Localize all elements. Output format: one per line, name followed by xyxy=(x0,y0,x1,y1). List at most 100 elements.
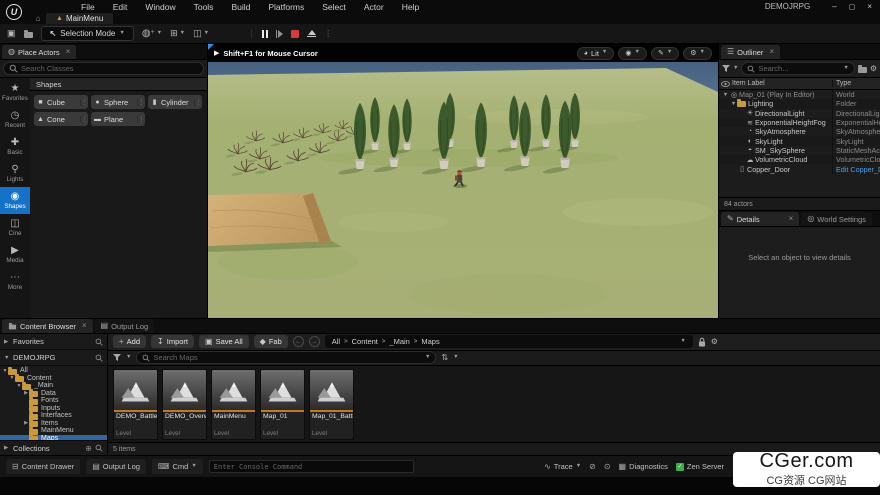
chevron-down-icon[interactable]: ▼ xyxy=(126,355,131,361)
refresh-icon[interactable]: ⊙ xyxy=(604,463,611,471)
add-button[interactable]: +Add xyxy=(113,335,146,348)
blueprints-dropdown[interactable]: ⊞▼ xyxy=(170,29,185,38)
drag-handle[interactable]: ⋮ xyxy=(194,99,202,106)
lock-icon[interactable] xyxy=(698,337,706,347)
content-drawer-button[interactable]: ⊟Content Drawer xyxy=(6,459,80,474)
outliner-row[interactable]: ☁VolumetricCloudVolumetricCloud xyxy=(719,155,880,164)
menu-item-tools[interactable]: Tools xyxy=(185,2,223,12)
outliner-row[interactable]: ≋ExponentialHeightFogExponentialHeightFo… xyxy=(719,118,880,127)
forward-icon[interactable]: → xyxy=(309,336,320,347)
shape-button-plane[interactable]: ▬Plane⋮ xyxy=(91,112,145,126)
outliner-row[interactable]: ◔SkyAtmosphereSkyAtmosphere xyxy=(719,127,880,136)
chevron-down-icon[interactable]: ▼ xyxy=(680,339,685,345)
level-viewport[interactable]: ▶ Shift+F1 for Mouse Cursor ◕Lit▼ ◉▼ ✎▼ … xyxy=(208,44,718,318)
tab-mainmenu[interactable]: ▲ MainMenu xyxy=(46,13,113,24)
breadcrumb-segment-maps[interactable]: Maps xyxy=(421,337,439,346)
menu-item-build[interactable]: Build xyxy=(222,2,259,12)
shape-button-cube[interactable]: ■Cube⋮ xyxy=(34,95,88,109)
pause-button[interactable] xyxy=(262,30,268,38)
search-classes-input[interactable] xyxy=(21,64,198,73)
back-icon[interactable]: ← xyxy=(293,336,304,347)
menu-item-select[interactable]: Select xyxy=(313,2,355,12)
chevron-down-icon[interactable]: ▼ xyxy=(425,355,430,361)
viewport-settings-dropdown[interactable]: ⚙▼ xyxy=(683,47,712,60)
project-section[interactable]: ▼ DEMOJRPG xyxy=(0,350,107,366)
minimize-icon[interactable]: – xyxy=(832,2,836,11)
selection-mode-dropdown[interactable]: ↖ Selection Mode ▼ xyxy=(41,26,134,41)
frame-skip-button[interactable] xyxy=(276,30,284,38)
menu-item-platforms[interactable]: Platforms xyxy=(259,2,313,12)
folder-tree-item-mainmenu[interactable]: MainMenu xyxy=(0,427,107,435)
create-folder-icon[interactable] xyxy=(858,67,867,73)
close-icon[interactable]: × xyxy=(82,322,87,330)
filter-icon[interactable] xyxy=(722,65,730,72)
shape-button-sphere[interactable]: ●Sphere⋮ xyxy=(91,95,145,109)
sort-icon[interactable]: ⇅ xyxy=(441,354,448,362)
drag-handle[interactable]: ⋮ xyxy=(80,116,88,123)
show-flags-dropdown[interactable]: ◉▼ xyxy=(618,47,647,60)
rail-item-basic[interactable]: ✚Basic xyxy=(0,133,30,160)
rail-item-media[interactable]: ▶Media xyxy=(0,241,30,268)
close-icon[interactable]: × xyxy=(769,48,774,56)
breadcrumb-segment-all[interactable]: All xyxy=(332,337,340,346)
save-all-button[interactable]: ▣Save All xyxy=(199,335,249,348)
cmd-dropdown[interactable]: ⌨Cmd▼ xyxy=(152,459,203,474)
revision-control-icon[interactable]: ⊘ xyxy=(589,463,596,471)
outliner-row[interactable]: ▯Copper_DoorEdit Copper_Door xyxy=(719,164,880,173)
tab-content-browser[interactable]: Content Browser × xyxy=(2,319,93,333)
fab-button[interactable]: ◆Fab xyxy=(254,335,288,348)
add-collection-icon[interactable]: ⊕ xyxy=(85,444,92,453)
breadcrumb-segment-content[interactable]: Content xyxy=(352,337,378,346)
rail-item-shapes[interactable]: ◉Shapes xyxy=(0,187,30,214)
outliner-row[interactable]: ☀DirectionalLightDirectionalLight xyxy=(719,109,880,118)
tab-outliner[interactable]: ☰ Outliner × xyxy=(721,45,780,59)
add-actor-dropdown[interactable]: ◍+▼ xyxy=(142,29,162,39)
zen-server-button[interactable]: ✓Zen Server xyxy=(676,462,724,471)
rail-item-recent[interactable]: ◷Recent xyxy=(0,106,30,133)
folder-tree-item-items[interactable]: ▶Items xyxy=(0,420,107,428)
rail-item-favorites[interactable]: ★Favorites xyxy=(0,79,30,106)
menu-item-edit[interactable]: Edit xyxy=(104,2,137,12)
folder-tree-item-inputs[interactable]: Inputs xyxy=(0,405,107,413)
cinematics-dropdown[interactable]: ◫▼ xyxy=(193,29,209,38)
import-button[interactable]: ↧Import xyxy=(151,335,194,348)
breadcrumb[interactable]: All>Content>_Main>Maps▼ xyxy=(325,335,693,348)
folder-tree-item-interfaces[interactable]: Interfaces xyxy=(0,412,107,420)
close-icon[interactable]: × xyxy=(789,215,794,223)
asset-card-map_01_battle[interactable]: Map_01_BattleLevel xyxy=(309,369,354,440)
rail-item-lights[interactable]: ⚲Lights xyxy=(0,160,30,187)
close-icon[interactable]: × xyxy=(867,2,872,11)
close-icon[interactable]: × xyxy=(66,48,71,56)
tab-world-settings[interactable]: ◎ World Settings xyxy=(801,212,872,226)
search-icon[interactable] xyxy=(95,354,103,362)
expand-arrow-icon[interactable]: ▼ xyxy=(730,101,737,107)
item-label-column-header[interactable]: Item Label xyxy=(732,80,832,87)
gear-icon[interactable]: ⚙ xyxy=(711,338,718,346)
outliner-row[interactable]: ▼◎Map_01 (Play In Editor)World xyxy=(719,90,880,99)
stop-button[interactable] xyxy=(291,30,299,38)
folder-tree-item-data[interactable]: ▶Data xyxy=(0,390,107,398)
save-icon[interactable]: ▣ xyxy=(7,29,16,38)
asset-card-map_01[interactable]: Map_01Level xyxy=(260,369,305,440)
trace-dropdown[interactable]: ∿Trace▼ xyxy=(544,462,581,471)
rail-item-more[interactable]: ⋯More xyxy=(0,268,30,295)
asset-card-demo_overworld[interactable]: DEMO_OverworldLevel xyxy=(162,369,207,440)
maximize-icon[interactable]: ▢ xyxy=(849,3,856,11)
drag-handle[interactable]: ⋮ xyxy=(137,116,145,123)
menu-item-file[interactable]: File xyxy=(72,2,104,12)
drag-handle[interactable]: ⋮ xyxy=(137,99,145,106)
chevron-down-icon[interactable]: ▼ xyxy=(733,66,738,72)
edit-mode-dropdown[interactable]: ✎▼ xyxy=(651,47,679,60)
tab-details[interactable]: ✎ Details × xyxy=(721,212,799,226)
breadcrumb-segment-_main[interactable]: _Main xyxy=(389,337,409,346)
chevron-down-icon[interactable]: ▼ xyxy=(843,66,848,72)
asset-card-demo_battle[interactable]: DEMO_BattleLevel xyxy=(113,369,158,440)
diagnostics-button[interactable]: ▦Diagnostics xyxy=(619,462,668,471)
console-command-input[interactable] xyxy=(209,460,414,473)
outliner-row[interactable]: ▼LightingFolder xyxy=(719,99,880,108)
chevron-down-icon[interactable]: ▼ xyxy=(453,355,458,361)
favorites-section[interactable]: ▶ Favorites xyxy=(0,334,107,350)
gear-icon[interactable]: ⚙ xyxy=(870,65,877,73)
expand-arrow-icon[interactable]: ▼ xyxy=(722,92,729,98)
collections-section[interactable]: ▶ Collections ⊕ xyxy=(0,440,107,455)
